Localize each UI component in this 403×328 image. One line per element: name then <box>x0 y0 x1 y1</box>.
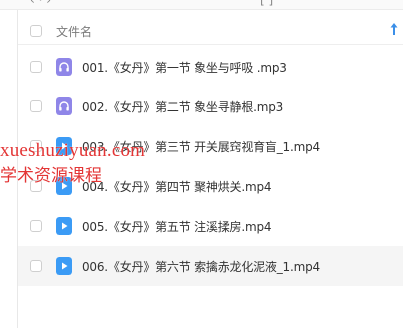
toolbar-fragment: [ ] <box>260 0 274 7</box>
column-header-name[interactable]: 文件名 <box>56 23 92 40</box>
play-icon <box>56 217 72 235</box>
file-row[interactable]: 006.《女丹》第六节 索擒赤龙化泥液_1.mp4 <box>18 246 403 286</box>
row-checkbox[interactable] <box>30 260 42 272</box>
file-name[interactable]: 005.《女丹》第五节 注溪揉房.mp4 <box>82 218 271 235</box>
sort-up-arrow-icon[interactable] <box>389 21 399 37</box>
watermark-text: 学术资源课程 <box>0 166 102 185</box>
row-checkbox[interactable] <box>30 100 42 112</box>
select-all-checkbox[interactable] <box>30 25 42 37</box>
file-name[interactable]: 004.《女丹》第四节 聚神烘关.mp4 <box>82 178 271 195</box>
file-row[interactable]: 005.《女丹》第五节 注溪揉房.mp4 <box>18 206 403 246</box>
file-name[interactable]: 001.《女丹》第一节 象坐与呼吸 .mp3 <box>82 59 287 76</box>
file-name[interactable]: 006.《女丹》第六节 索擒赤龙化泥液_1.mp4 <box>82 258 320 275</box>
file-list-header: 文件名 <box>18 18 403 45</box>
row-checkbox[interactable] <box>30 61 42 73</box>
headphones-icon <box>56 58 72 76</box>
headphones-icon <box>56 97 72 115</box>
watermark-url: xueshuziyuan.com <box>0 140 146 161</box>
file-row[interactable]: 001.《女丹》第一节 象坐与呼吸 .mp3 <box>18 47 403 87</box>
toolbar-fragment: ‹ · › <box>30 0 52 7</box>
file-name[interactable]: 002.《女丹》第二节 象坐寻静根.mp3 <box>82 98 283 115</box>
file-row[interactable]: 002.《女丹》第二节 象坐寻静根.mp3 <box>18 86 403 126</box>
row-checkbox[interactable] <box>30 220 42 232</box>
top-toolbar-partial: ‹ · › [ ] <box>0 0 403 10</box>
play-icon <box>56 257 72 275</box>
